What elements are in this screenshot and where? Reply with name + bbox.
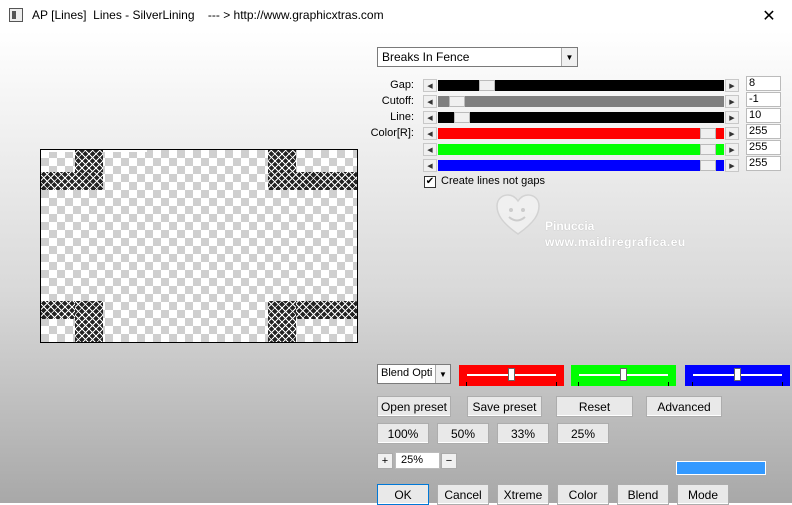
chevron-down-icon[interactable]: ▼	[435, 365, 450, 383]
swatch-tick	[782, 382, 783, 386]
color-r-label: Color[R]:	[370, 127, 414, 139]
slider-thumb[interactable]	[700, 144, 716, 155]
slider-track[interactable]	[438, 128, 724, 139]
slider-track[interactable]	[438, 96, 724, 107]
slider-track[interactable]	[438, 144, 724, 155]
create-lines-label: Create lines not gaps	[441, 175, 545, 187]
zoom-100-button[interactable]: 100%	[377, 423, 429, 444]
arrow-left-icon[interactable]: ◀	[423, 79, 437, 92]
blend-button[interactable]: Blend	[617, 484, 669, 505]
effect-dropdown[interactable]: Breaks In Fence ▼	[377, 47, 578, 67]
reset-button[interactable]: Reset	[556, 396, 633, 417]
watermark-url: www.maidiregrafica.eu	[545, 235, 686, 249]
swatch-tick	[466, 382, 467, 386]
slider-fill	[438, 144, 724, 155]
watermark-name: Pinuccia	[545, 219, 595, 233]
zoom-value-field[interactable]: 25%	[395, 452, 440, 469]
swatch-knob[interactable]	[508, 368, 515, 381]
arrow-left-icon[interactable]: ◀	[423, 127, 437, 140]
gap-value-field[interactable]: 8	[746, 76, 781, 91]
arrow-left-icon[interactable]: ◀	[423, 159, 437, 172]
color-g-value-field[interactable]: 255	[746, 140, 781, 155]
green-blend-swatch[interactable]	[571, 365, 676, 386]
slider-fill	[438, 160, 724, 171]
line-label: Line:	[390, 111, 414, 123]
slider-fill	[438, 128, 724, 139]
slider-track[interactable]	[438, 112, 724, 123]
arrow-right-icon[interactable]: ▶	[725, 127, 739, 140]
preview-canvas	[40, 149, 358, 343]
open-preset-button[interactable]: Open preset	[377, 396, 451, 417]
checkmark-icon: ✔	[425, 176, 435, 187]
zoom-out-button[interactable]: −	[441, 453, 457, 469]
color-r-value-field[interactable]: 255	[746, 124, 781, 139]
blend-options-value: Blend Opti	[381, 367, 433, 379]
gap-slider[interactable]: ◀ ▶	[423, 79, 739, 92]
arrow-left-icon[interactable]: ◀	[423, 111, 437, 124]
color-button[interactable]: Color	[557, 484, 609, 505]
arrow-right-icon[interactable]: ▶	[725, 95, 739, 108]
arrow-right-icon[interactable]: ▶	[725, 143, 739, 156]
zoom-25-button[interactable]: 25%	[557, 423, 609, 444]
slider-thumb[interactable]	[454, 112, 470, 123]
zoom-33-button[interactable]: 33%	[497, 423, 549, 444]
color-b-value-field[interactable]: 255	[746, 156, 781, 171]
slider-track[interactable]	[438, 80, 724, 91]
app-icon	[9, 8, 23, 22]
effect-dropdown-value: Breaks In Fence	[382, 50, 470, 64]
color-r-slider[interactable]: ◀ ▶	[423, 127, 739, 140]
create-lines-checkbox[interactable]: ✔	[424, 176, 436, 188]
save-preset-button[interactable]: Save preset	[467, 396, 542, 417]
fence-block	[268, 301, 296, 342]
swatch-tick	[692, 382, 693, 386]
swatch-tick	[668, 382, 669, 386]
cutoff-value-field[interactable]: -1	[746, 92, 781, 107]
title-bar: AP [Lines] Lines - SilverLining --- > ht…	[0, 0, 792, 31]
line-value-field[interactable]: 10	[746, 108, 781, 123]
red-blend-swatch[interactable]	[459, 365, 564, 386]
arrow-left-icon[interactable]: ◀	[423, 95, 437, 108]
swatch-knob[interactable]	[620, 368, 627, 381]
slider-thumb[interactable]	[479, 80, 495, 91]
chevron-down-icon[interactable]: ▼	[561, 48, 577, 66]
window-title: AP [Lines] Lines - SilverLining --- > ht…	[32, 8, 384, 22]
swatch-tick	[578, 382, 579, 386]
zoom-50-button[interactable]: 50%	[437, 423, 489, 444]
arrow-right-icon[interactable]: ▶	[725, 111, 739, 124]
zoom-in-button[interactable]: +	[377, 453, 393, 469]
fence-block	[75, 301, 103, 342]
mode-button[interactable]: Mode	[677, 484, 729, 505]
ok-button[interactable]: OK	[377, 484, 429, 505]
arrow-right-icon[interactable]: ▶	[725, 79, 739, 92]
swatch-knob[interactable]	[734, 368, 741, 381]
cutoff-label: Cutoff:	[381, 95, 414, 107]
heart-logo-icon	[496, 194, 540, 235]
slider-fill	[438, 112, 724, 123]
cancel-button[interactable]: Cancel	[437, 484, 489, 505]
color-b-slider[interactable]: ◀ ▶	[423, 159, 739, 172]
color-g-slider[interactable]: ◀ ▶	[423, 143, 739, 156]
slider-track[interactable]	[438, 160, 724, 171]
close-button[interactable]: ✕	[746, 0, 792, 31]
blend-options-dropdown[interactable]: Blend Opti ▼	[377, 364, 451, 384]
slider-thumb[interactable]	[700, 160, 716, 171]
swatch-tick	[556, 382, 557, 386]
slider-thumb[interactable]	[449, 96, 465, 107]
cutoff-slider[interactable]: ◀ ▶	[423, 95, 739, 108]
line-slider[interactable]: ◀ ▶	[423, 111, 739, 124]
advanced-button[interactable]: Advanced	[646, 396, 722, 417]
fence-block	[268, 172, 357, 190]
slider-fill	[438, 96, 724, 107]
blue-blend-swatch[interactable]	[685, 365, 790, 386]
arrow-left-icon[interactable]: ◀	[423, 143, 437, 156]
gap-label: Gap:	[390, 79, 414, 91]
color-preview-bar[interactable]	[676, 461, 766, 475]
xtreme-button[interactable]: Xtreme	[497, 484, 549, 505]
fence-block	[41, 172, 103, 190]
arrow-right-icon[interactable]: ▶	[725, 159, 739, 172]
slider-thumb[interactable]	[700, 128, 716, 139]
